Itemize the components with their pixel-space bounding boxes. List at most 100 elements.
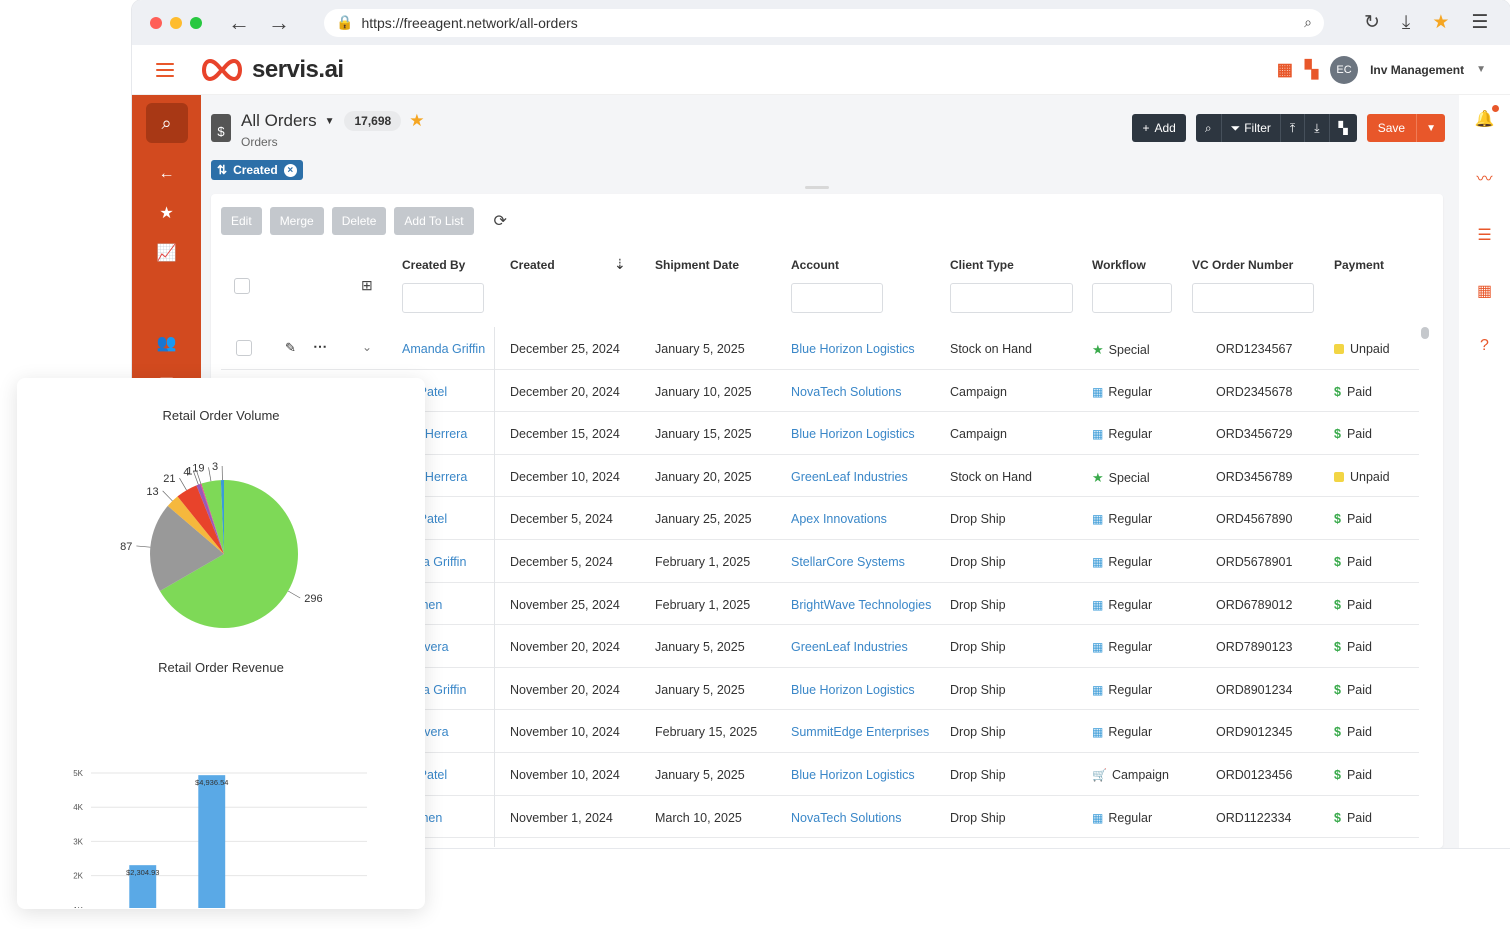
minimize-window-button[interactable] (170, 16, 182, 29)
cell-payment: Paid (1334, 683, 1372, 697)
download-icon[interactable]: ⤓ (1402, 12, 1410, 34)
favorite-star-icon[interactable]: ★ (409, 111, 424, 131)
refresh-icon[interactable]: ⟳ (494, 211, 507, 231)
select-all-checkbox[interactable] (234, 278, 250, 294)
bar-value-label: $2,304.93 (126, 868, 159, 877)
contacts-icon[interactable]: 👥 (157, 333, 177, 353)
header-created-by[interactable]: Created By (402, 258, 465, 272)
add-to-list-button[interactable]: Add To List (394, 207, 474, 235)
merge-button[interactable]: Merge (269, 207, 324, 235)
row-checkbox[interactable] (236, 340, 252, 356)
client-type-filter-input[interactable] (950, 283, 1073, 313)
cell-workflow: Regular (1092, 725, 1152, 739)
edit-pencil-icon[interactable]: ✎ (285, 340, 296, 356)
user-name[interactable]: Inv Management (1370, 63, 1464, 77)
header-vc-order-number[interactable]: VC Order Number (1192, 258, 1293, 272)
cell-account[interactable]: Blue Horizon Logistics (791, 342, 915, 356)
vc-order-filter-input[interactable] (1192, 283, 1314, 313)
logo[interactable]: servis.ai (198, 56, 344, 84)
save-options-dropdown[interactable]: ▼ (1416, 114, 1445, 142)
reload-icon[interactable]: ↻ (1364, 11, 1380, 34)
lock-icon: 🔒 (336, 14, 354, 30)
download-button[interactable]: ⤓ (1304, 114, 1328, 142)
filter-button-label: Filter (1244, 121, 1271, 135)
pie-slice-label: 296 (304, 593, 322, 605)
columns-icon[interactable]: ⊞ (361, 277, 373, 294)
app-header: servis.ai ▦ ▚ EC Inv Management ▼ (132, 45, 1510, 95)
search-button[interactable]: ⌕ (1196, 114, 1221, 142)
workflow-filter-input[interactable] (1092, 283, 1172, 313)
address-bar[interactable]: 🔒 https://freeagent.network/all-orders ⌕ (324, 8, 1324, 37)
record-count-badge: 17,698 (344, 111, 402, 131)
upload-button[interactable]: ⤒ (1279, 114, 1304, 142)
delete-button[interactable]: Delete (331, 207, 387, 235)
bar-y-tick-label: 5K (73, 769, 83, 778)
cell-account[interactable]: Blue Horizon Logistics (791, 427, 915, 441)
sort-desc-icon[interactable]: ⇣ (614, 256, 626, 273)
close-window-button[interactable] (150, 16, 162, 29)
tasks-list-icon[interactable]: ☰ (1477, 225, 1491, 245)
sidebar-search-icon[interactable]: ⌕ (145, 103, 188, 143)
cell-workflow: Regular (1092, 427, 1152, 441)
cell-created-by[interactable]: Amanda Griffin (402, 342, 485, 356)
pie-slice-label: 13 (146, 486, 158, 498)
charts-overlay-card: Retail Order Volume 296 87 13 21 4 1 19 3 Retai… (17, 378, 425, 909)
cell-account[interactable]: Apex Innovations (791, 512, 887, 526)
remove-sort-icon[interactable]: × (283, 163, 297, 177)
back-icon[interactable]: ← (159, 165, 175, 183)
account-filter-input[interactable] (791, 283, 883, 313)
cell-account[interactable]: SummitEdge Enterprises (791, 725, 929, 739)
avatar[interactable]: EC (1330, 55, 1359, 84)
vertical-scrollbar[interactable] (1421, 327, 1429, 339)
view-dropdown-icon[interactable]: ▼ (325, 116, 335, 127)
edit-button[interactable]: Edit (221, 207, 262, 235)
header-created[interactable]: Created (510, 258, 555, 272)
apps-grid-icon[interactable]: ▚ (1305, 60, 1318, 80)
analytics-icon[interactable]: 📈 (157, 243, 177, 263)
cell-vc-order-number: ORD0123456 (1216, 767, 1293, 782)
forward-arrow-icon[interactable]: → (268, 10, 290, 36)
calendar-icon[interactable]: ▦ (1277, 60, 1293, 80)
search-icon[interactable]: ⌕ (1304, 14, 1312, 31)
add-button[interactable]: + Add (1132, 114, 1186, 142)
sort-chip[interactable]: ⇅ Created × (211, 160, 303, 180)
browser-menu-icon[interactable]: ☰ (1471, 11, 1488, 34)
layout-button[interactable]: ▚ (1328, 114, 1357, 142)
back-arrow-icon[interactable]: ← (228, 10, 250, 36)
maximize-window-button[interactable] (190, 16, 202, 29)
header-payment[interactable]: Payment (1334, 258, 1384, 272)
drag-handle[interactable] (805, 186, 829, 189)
filter-button[interactable]: ⏷ Filter (1220, 114, 1280, 142)
cell-payment: Paid (1334, 725, 1372, 739)
created-by-filter-input[interactable] (402, 283, 484, 313)
table-row[interactable]: ✎ ⋯ ⌄ Amanda Griffin December 25, 2024 Januar… (221, 327, 1419, 370)
frozen-column-divider (494, 327, 495, 847)
pie-chart-title: Retail Order Volume (162, 408, 280, 423)
cell-account[interactable]: Blue Horizon Logistics (791, 768, 915, 782)
cell-vc-order-number: ORD1122334 (1216, 810, 1292, 825)
favorites-star-icon[interactable]: ★ (159, 203, 173, 223)
header-account[interactable]: Account (791, 258, 839, 272)
cell-account[interactable]: NovaTech Solutions (791, 811, 901, 825)
help-icon[interactable]: ? (1480, 337, 1489, 355)
cell-account[interactable]: StellarCore Systems (791, 555, 905, 569)
header-workflow[interactable]: Workflow (1092, 258, 1146, 272)
chevron-down-icon[interactable]: ▼ (1476, 64, 1486, 75)
expand-row-icon[interactable]: ⌄ (362, 340, 372, 354)
bookmark-star-icon[interactable]: ★ (1432, 11, 1449, 34)
save-button[interactable]: Save (1366, 114, 1417, 142)
cell-account[interactable]: BrightWave Technologies (791, 598, 931, 612)
page-title[interactable]: All Orders (241, 111, 317, 131)
cell-account[interactable]: GreenLeaf Industries (791, 640, 908, 654)
more-options-icon[interactable]: ⋯ (313, 338, 327, 355)
cell-account[interactable]: GreenLeaf Industries (791, 470, 908, 484)
cell-account[interactable]: NovaTech Solutions (791, 385, 901, 399)
header-shipment-date[interactable]: Shipment Date (655, 258, 739, 272)
calendar-rail-icon[interactable]: ▦ (1477, 281, 1492, 301)
save-button-group: Save ▼ (1366, 114, 1445, 142)
cell-account[interactable]: Blue Horizon Logistics (791, 683, 915, 697)
header-client-type[interactable]: Client Type (950, 258, 1014, 272)
menu-icon[interactable] (156, 62, 174, 77)
activity-pulse-icon[interactable]: 〰 (1476, 165, 1492, 189)
notifications-bell-icon[interactable]: 🔔 (1475, 105, 1500, 129)
